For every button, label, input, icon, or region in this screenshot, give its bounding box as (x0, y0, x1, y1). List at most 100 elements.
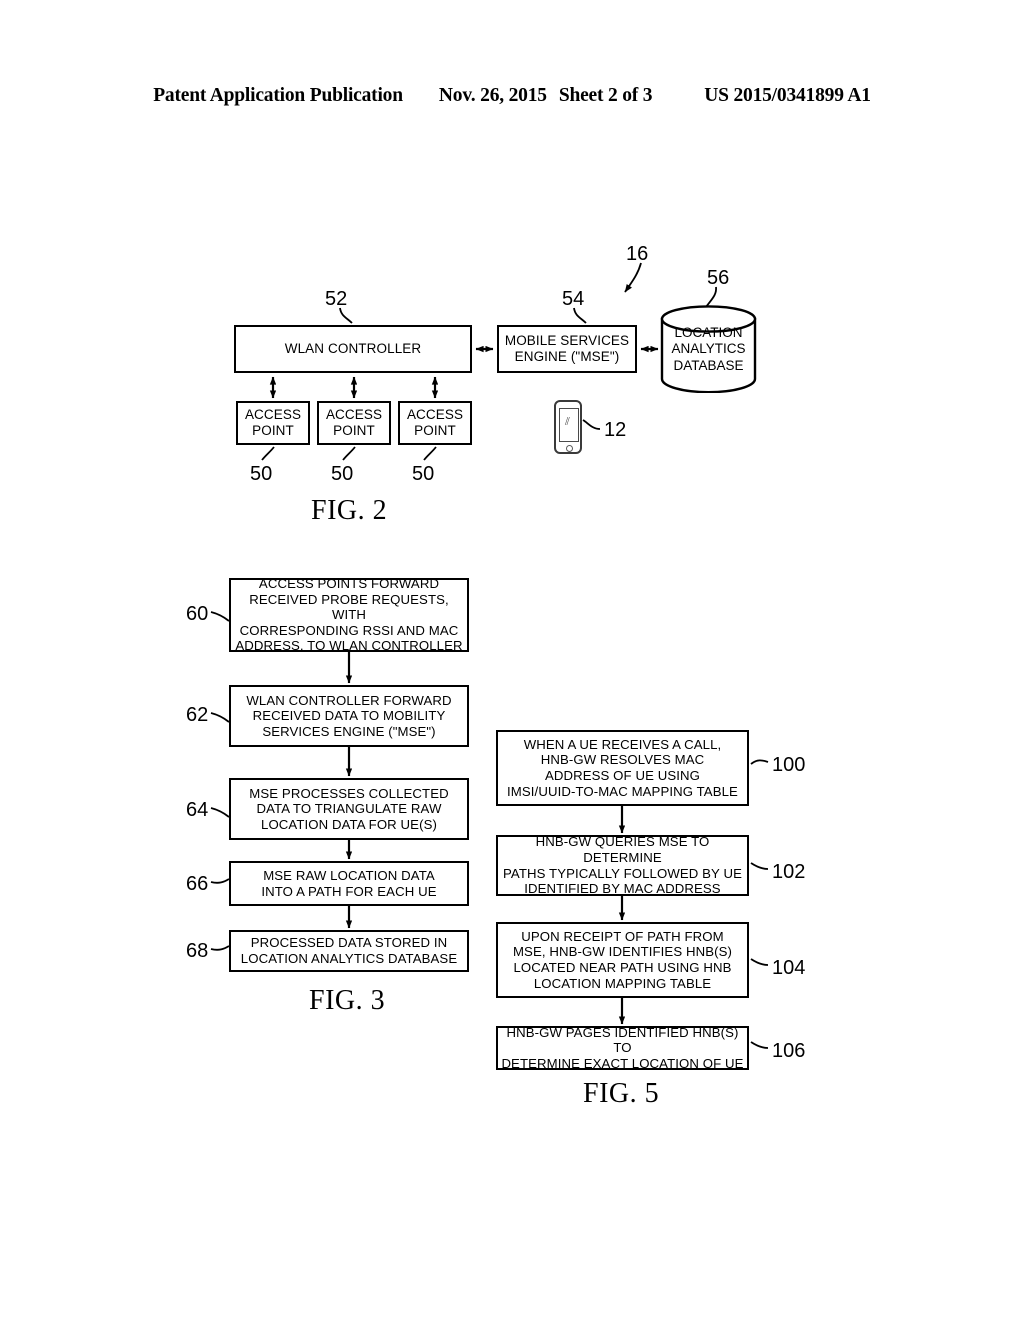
ref-102: 102 (772, 861, 806, 883)
fig5-step-box-104: UPON RECEIPT OF PATH FROM MSE, HNB-GW ID… (496, 922, 749, 998)
leader-104 (750, 958, 769, 966)
ref-66: 66 (186, 873, 209, 895)
fig5-caption: FIG. 5 (583, 1078, 660, 1109)
fig5-step-100-line2: HNB-GW RESOLVES MAC (540, 752, 705, 768)
fig3-step-68-line2: LOCATION ANALYTICS DATABASE (240, 951, 458, 966)
database-label: LOCATION ANALYTICS DATABASE (660, 325, 757, 374)
fig5-step-100-line1: WHEN A UE RECEIVES A CALL, (523, 736, 722, 752)
fig3-step-box-60: ACCESS POINTS FORWARD RECEIVED PROBE REQ… (229, 576, 469, 654)
ref-100: 100 (772, 754, 806, 776)
database-label-line2: ANALYTICS (671, 341, 746, 357)
fig3-step-68-line1: PROCESSED DATA STORED IN (250, 935, 448, 951)
leader-66 (210, 878, 230, 884)
fig5-step-box-106: HNB-GW PAGES IDENTIFIED HNB(S) TO DETERM… (496, 1024, 749, 1071)
leader-12 (582, 419, 601, 430)
leader-100 (750, 759, 769, 765)
fig5-step-100-line3: ADDRESS OF UE USING (544, 768, 701, 783)
ref-64: 64 (186, 799, 209, 821)
fig5-step-102-line2: PATHS TYPICALLY FOLLOWED BY UE (503, 865, 742, 881)
fig5-step-104-line4: LOCATION MAPPING TABLE (533, 975, 712, 991)
fig3-step-60-line3: CORRESPONDING RSSI AND MAC (239, 622, 459, 638)
fig5-step-104-line3: LOCATED NEAR PATH USING HNB (513, 960, 732, 975)
leader-60 (210, 611, 230, 622)
ref-52: 52 (325, 288, 348, 310)
ref-62: 62 (186, 704, 209, 726)
fig3-step-66-line1: MSE RAW LOCATION DATA (263, 867, 435, 883)
ref-50-1: 50 (250, 463, 273, 485)
access-point-2-line2: POINT (333, 423, 375, 438)
leader-68 (210, 945, 230, 951)
database-label-line3: DATABASE (673, 357, 744, 373)
connector-lines-layer (210, 262, 769, 1049)
fig5-step-104-line2: MSE, HNB-GW IDENTIFIES HNB(S) (512, 944, 733, 960)
fig3-step-box-62: WLAN CONTROLLER FORWARD RECEIVED DATA TO… (229, 685, 469, 747)
ref-50-3: 50 (412, 463, 435, 485)
access-point-2-line1: ACCESS (325, 407, 383, 423)
mobile-phone-icon: ⫽ (554, 400, 582, 454)
fig3-step-62-line1: WLAN CONTROLLER FORWARD (246, 692, 452, 708)
database-label-line1: LOCATION (674, 325, 743, 340)
leader-102 (750, 862, 769, 870)
ref-16: 16 (626, 243, 649, 265)
fig3-step-64-line2: DATA TO TRIANGULATE RAW (256, 801, 442, 817)
access-point-1-line2: POINT (252, 423, 294, 438)
access-point-3-line2: POINT (414, 423, 456, 438)
fig5-step-102-line3: IDENTIFIED BY MAC ADDRESS (524, 881, 721, 897)
leader-106 (750, 1041, 769, 1049)
ref-104: 104 (772, 957, 806, 979)
ref-106: 106 (772, 1040, 806, 1062)
leader-56 (705, 286, 717, 308)
ref-50-2: 50 (331, 463, 354, 485)
fig5-step-106-line1: HNB-GW PAGES IDENTIFIED HNB(S) TO (506, 1024, 739, 1056)
ref-12: 12 (604, 419, 627, 441)
page-header: Patent Application Publication Nov. 26, 2… (0, 85, 1024, 107)
fig3-step-box-64: MSE PROCESSES COLLECTED DATA TO TRIANGUL… (229, 778, 469, 840)
header-sheet: Sheet 2 of 3 (558, 85, 653, 106)
fig3-step-62-line2: RECEIVED DATA TO MOBILITY (252, 708, 446, 724)
phone-signal-glyph: ⫽ (565, 416, 570, 428)
fig3-step-64-line3: LOCATION DATA FOR UE(S) (261, 816, 437, 832)
header-publication: Patent Application Publication (153, 85, 403, 106)
mse-label-line1: MOBILE SERVICES (504, 333, 630, 349)
ref-56: 56 (707, 267, 730, 289)
fig3-step-60-line4: ADDRESS, TO WLAN CONTROLLER (235, 638, 463, 654)
mse-label-line2: ENGINE ("MSE") (514, 349, 620, 364)
fig3-step-60-line2: RECEIVED PROBE REQUESTS, WITH (249, 591, 449, 623)
leader-64 (210, 807, 230, 818)
fig3-step-box-68: PROCESSED DATA STORED IN LOCATION ANALYT… (229, 930, 469, 972)
leader-50-2 (342, 446, 356, 461)
leader-62 (210, 712, 230, 723)
fig5-step-box-100: WHEN A UE RECEIVES A CALL, HNB-GW RESOLV… (496, 730, 749, 806)
fig3-step-62-line3: SERVICES ENGINE ("MSE") (262, 723, 436, 739)
ref-54: 54 (562, 288, 585, 310)
fig5-step-106-line2: DETERMINE EXACT LOCATION OF UE (501, 1055, 744, 1071)
header-date: Nov. 26, 2015 (438, 85, 547, 106)
wlan-controller-box: WLAN CONTROLLER (234, 325, 472, 373)
access-point-3-line1: ACCESS (406, 407, 464, 423)
access-point-1-line1: ACCESS (244, 407, 302, 423)
ref-60: 60 (186, 603, 209, 625)
leader-50-1 (261, 446, 275, 461)
fig5-step-102-line1: HNB-GW QUERIES MSE TO DETERMINE (535, 834, 710, 865)
fig5-step-104-line1: UPON RECEIPT OF PATH FROM (521, 928, 724, 944)
leader-50-3 (423, 446, 437, 461)
phone-home-button (566, 445, 573, 452)
fig5-step-100-line4: IMSI/UUID-TO-MAC MAPPING TABLE (507, 783, 738, 799)
patent-drawing-page: Patent Application Publication Nov. 26, 2… (0, 0, 1024, 1320)
fig3-step-64-line1: MSE PROCESSES COLLECTED (249, 785, 449, 801)
location-analytics-database: LOCATION ANALYTICS DATABASE (660, 305, 757, 394)
fig3-step-66-line2: INTO A PATH FOR EACH UE (261, 883, 437, 899)
mse-box: MOBILE SERVICES ENGINE ("MSE") (497, 325, 637, 373)
fig3-caption: FIG. 3 (309, 985, 386, 1016)
access-point-box-2: ACCESS POINT (317, 401, 391, 445)
fig2-caption: FIG. 2 (311, 495, 388, 526)
leader-arrow-16 (624, 262, 642, 293)
wlan-controller-label: WLAN CONTROLLER (284, 341, 422, 357)
fig3-step-box-66: MSE RAW LOCATION DATA INTO A PATH FOR EA… (229, 861, 469, 906)
fig5-step-box-102: HNB-GW QUERIES MSE TO DETERMINE PATHS TY… (496, 834, 749, 897)
ref-68: 68 (186, 940, 209, 962)
fig3-step-60-line1: ACCESS POINTS FORWARD (258, 576, 440, 592)
header-patent-number: US 2015/0341899 A1 (704, 85, 871, 106)
access-point-box-3: ACCESS POINT (398, 401, 472, 445)
access-point-box-1: ACCESS POINT (236, 401, 310, 445)
